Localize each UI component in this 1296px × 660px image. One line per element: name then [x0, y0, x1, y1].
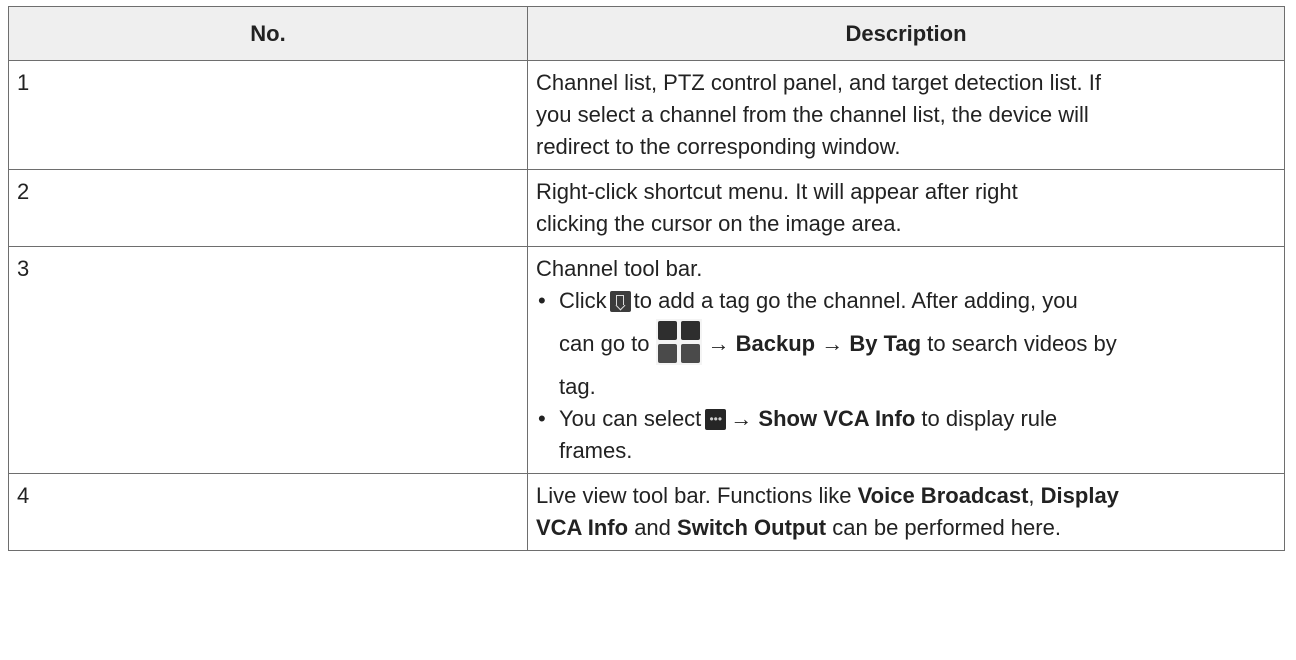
feature-display-vca-info: Display	[1040, 483, 1119, 508]
description-line: redirect to the corresponding window.	[536, 134, 901, 159]
header-description: Description	[527, 6, 1285, 61]
more-options-icon: •••	[705, 408, 727, 430]
description-line: Right-click shortcut menu. It will appea…	[536, 179, 1018, 204]
row-description: Live view tool bar. Functions like Voice…	[527, 473, 1285, 551]
row-number: 1	[8, 60, 528, 170]
arrow-glyph: →	[730, 406, 753, 431]
bullet-item-add-tag: Clickto add a tag go the channel. After …	[536, 285, 1276, 403]
row-description: Channel tool bar. Clickto add a tag go t…	[527, 246, 1285, 474]
bullet-item-show-vca: You can select•••→ Show VCA Info to disp…	[536, 403, 1276, 467]
description-line: Channel list, PTZ control panel, and tar…	[536, 70, 1101, 95]
menu-path-by-tag: By Tag	[849, 331, 922, 356]
table-row: 4 Live view tool bar. Functions like Voi…	[8, 473, 1285, 551]
row-description: Channel list, PTZ control panel, and tar…	[527, 60, 1285, 170]
description-line: you select a channel from the channel li…	[536, 102, 1089, 127]
main-menu-grid-icon	[655, 319, 702, 366]
row-number: 4	[8, 473, 528, 551]
menu-path-show-vca-info: Show VCA Info	[758, 406, 916, 431]
table-row: 1 Channel list, PTZ control panel, and t…	[8, 60, 1285, 170]
feature-voice-broadcast: Voice Broadcast	[857, 483, 1029, 508]
bookmark-tag-icon	[609, 290, 631, 312]
row-number: 3	[8, 246, 528, 474]
table-row: 2 Right-click shortcut menu. It will app…	[8, 169, 1285, 247]
menu-path-backup: Backup	[735, 331, 816, 356]
bullet-list: Clickto add a tag go the channel. After …	[536, 285, 1276, 467]
header-no: No.	[8, 6, 528, 61]
table-header-row: No. Description	[8, 6, 1285, 61]
feature-switch-output: Switch Output	[677, 515, 827, 540]
table-row: 3 Channel tool bar. Clickto add a tag go…	[8, 246, 1285, 474]
description-intro: Channel tool bar.	[536, 256, 703, 281]
description-table: No. Description 1 Channel list, PTZ cont…	[8, 6, 1285, 551]
row-number: 2	[8, 169, 528, 247]
row-description: Right-click shortcut menu. It will appea…	[527, 169, 1285, 247]
arrow-glyph: →	[821, 331, 844, 356]
feature-display-vca-info: VCA Info	[536, 515, 629, 540]
description-line: clicking the cursor on the image area.	[536, 211, 902, 236]
arrow-glyph: →	[707, 331, 730, 356]
